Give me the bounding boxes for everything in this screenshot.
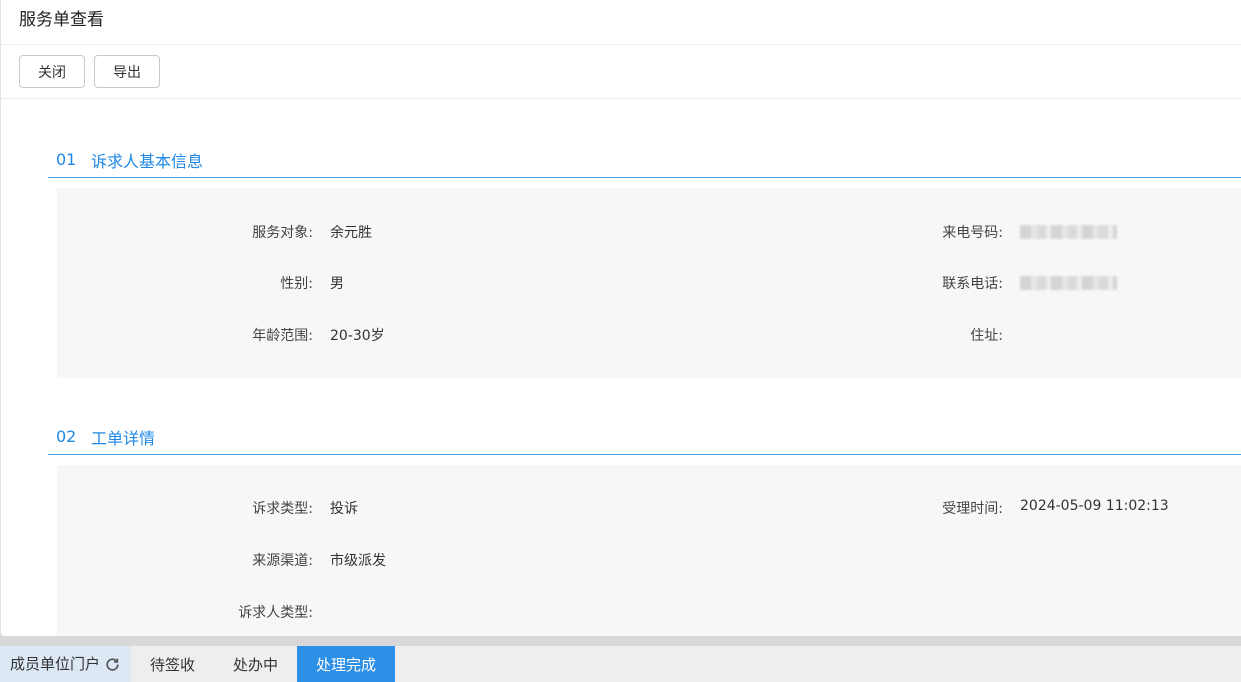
field-row: 诉求类型: 投诉 受理时间: 2024-05-09 11:02:13	[57, 498, 1241, 518]
complaint-type-label: 诉求类型:	[252, 501, 313, 517]
source-channel-label: 来源渠道:	[252, 553, 313, 569]
accept-time-value: 2024-05-09 11:02:13	[1020, 498, 1169, 514]
tab-label: 成员单位门户	[10, 655, 101, 673]
age-range-label: 年龄范围:	[252, 328, 313, 344]
service-order-panel: 服务单查看 关闭 导出 01 诉求人基本信息 服务对象: 余元胜 来电号码: 性…	[0, 0, 1241, 636]
field-row: 来源渠道: 市级派发	[57, 550, 1241, 570]
field-row: 性别: 男 联系电话:	[57, 273, 1241, 293]
service-target-value: 余元胜	[330, 225, 372, 241]
refresh-icon[interactable]	[104, 656, 121, 673]
incoming-number-label: 来电号码:	[942, 225, 1003, 241]
close-button[interactable]: 关闭	[19, 55, 85, 88]
panel-title: 服务单查看	[1, 0, 1241, 45]
field-row: 年龄范围: 20-30岁 住址:	[57, 325, 1241, 345]
contact-phone-label: 联系电话:	[942, 276, 1003, 292]
appellant-type-label: 诉求人类型:	[238, 605, 313, 621]
tab-member-portal[interactable]: 成员单位门户	[0, 646, 132, 682]
age-range-value: 20-30岁	[330, 328, 385, 344]
gender-label: 性别:	[280, 276, 313, 292]
source-channel-value: 市级派发	[330, 553, 386, 569]
field-row: 服务对象: 余元胜 来电号码:	[57, 222, 1241, 242]
address-label: 住址:	[970, 328, 1003, 344]
section-number: 02	[56, 427, 77, 446]
section-header-basic-info: 01 诉求人基本信息	[48, 142, 1241, 178]
section-number: 01	[56, 150, 77, 169]
accept-time-label: 受理时间:	[942, 501, 1003, 517]
order-details-box: 诉求类型: 投诉 受理时间: 2024-05-09 11:02:13 来源渠道:…	[57, 465, 1241, 636]
incoming-number-redacted	[1020, 225, 1117, 239]
section-header-order-details: 02 工单详情	[48, 419, 1241, 455]
bottom-tab-bar: 成员单位门户 待签收 处办中 处理完成	[0, 646, 1241, 682]
section-title: 诉求人基本信息	[91, 151, 204, 171]
field-row: 诉求人类型:	[57, 602, 1241, 622]
tab-pending-sign[interactable]: 待签收	[131, 646, 214, 682]
tab-completed[interactable]: 处理完成	[297, 646, 396, 682]
export-button[interactable]: 导出	[94, 55, 160, 88]
toolbar: 关闭 导出	[1, 45, 1241, 99]
tab-in-progress[interactable]: 处办中	[214, 646, 297, 682]
service-target-label: 服务对象:	[252, 225, 313, 241]
complaint-type-value: 投诉	[330, 501, 358, 517]
contact-phone-redacted	[1020, 276, 1117, 290]
section-title: 工单详情	[91, 428, 156, 448]
basic-info-box: 服务对象: 余元胜 来电号码: 性别: 男 联系电话: 年龄范围: 20-30岁…	[57, 188, 1241, 378]
gender-value: 男	[330, 276, 344, 292]
